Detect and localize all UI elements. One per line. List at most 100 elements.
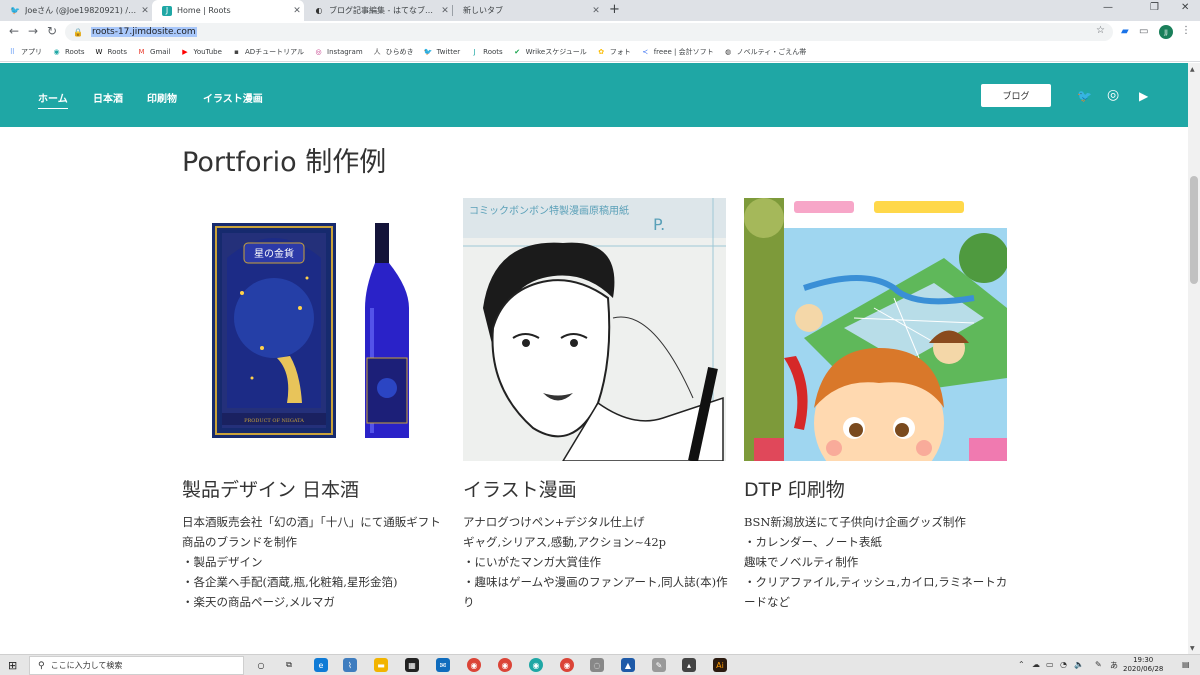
card-title-manga: イラスト漫画 [463,479,577,501]
bookmark-item[interactable]: 人ひらめき [373,47,414,57]
bookmark-star-icon[interactable]: ☆ [1096,25,1105,36]
calendar-illustration-image[interactable] [744,198,1007,461]
scroll-thumb[interactable] [1190,176,1198,284]
chrome-icon[interactable]: ◉ [498,658,512,672]
tab-twitter[interactable]: 🐦 Joeさん (@Joe19820921) / Twitter ✕ [0,0,152,21]
ime-indicator[interactable]: あ [1110,660,1118,671]
chrome-icon[interactable]: ◉ [467,658,481,672]
desc-line: ・趣味はゲームや漫画のファンアート,同人誌(本)作り [463,575,728,609]
bookmark-item[interactable]: ◎ Instagram [314,48,363,57]
cortana-icon[interactable]: ○ [254,658,268,672]
instagram-icon[interactable]: ◎ [1107,87,1119,103]
close-icon[interactable]: ✕ [589,6,603,16]
tab-new[interactable]: 新しいタブ ✕ [453,0,603,21]
bookmark-item[interactable]: ✿ フォト [597,47,630,57]
bookmark-item[interactable]: J Roots [470,48,503,57]
card-desc-sake: 日本酒販売会社「幻の酒」「十八」にて通販ギフト商品のブランドを制作 ・製品デザイ… [182,512,450,612]
bookmark-item[interactable]: ≺ freee | 会計ソフト [641,47,713,57]
bookmark-item[interactable]: ✔ Wrikeスケジュール [513,47,587,57]
card-title-dtp: DTP 印刷物 [744,479,845,501]
file-explorer-icon[interactable]: ▬ [374,658,388,672]
url-text[interactable]: roots-17.jimdosite.com [90,27,197,37]
scroll-up-arrow-icon[interactable]: ▲ [1190,66,1195,73]
volume-icon[interactable]: 🔈 [1074,660,1084,669]
taskbar-search-box[interactable]: ⚲ ここに入力して検索 [29,656,244,675]
mail-icon[interactable]: ✉ [436,658,450,672]
bookmark-label: Roots [107,48,128,56]
pen-icon[interactable]: ✎ [1095,660,1102,669]
edge-icon[interactable]: e [314,658,328,672]
tab-home-roots[interactable]: J Home | Roots ✕ [152,0,304,21]
nav-print[interactable]: 印刷物 [147,90,177,105]
manuscript-header-text: コミックボンボン特製漫画原稿用紙 [469,204,629,217]
app-icon[interactable]: ▲ [621,658,635,672]
minimize-icon[interactable]: — [1103,2,1113,13]
bookmark-item[interactable]: ◍ ノベルティ・ごえん帯 [724,47,806,57]
forward-arrow-icon[interactable]: → [28,24,38,38]
bookmark-item[interactable]: ◉ Roots [52,48,84,57]
close-icon[interactable]: ✕ [290,6,304,16]
twitter-icon[interactable]: 🐦 [1077,89,1092,103]
network-icon[interactable]: ◔ [1060,660,1067,669]
restore-icon[interactable]: ❐ [1150,2,1159,13]
chrome-icon[interactable]: ◉ [560,658,574,672]
battery-icon[interactable]: ▭ [1046,660,1054,669]
close-icon[interactable]: ✕ [138,6,152,16]
youtube-icon[interactable]: ▶ [1139,89,1148,103]
card-desc-dtp: BSN新潟放送にて子供向け企画グッズ制作 ・カレンダー、ノート表紙 趣味でノベル… [744,512,1012,612]
globe-icon: ◉ [53,48,60,56]
bookmark-item[interactable]: 🐦 Twitter [424,48,460,57]
app-icon[interactable]: ✎ [652,658,666,672]
nav-home[interactable]: ホーム [38,90,68,109]
bookmark-label: Instagram [327,48,363,56]
menu-kebab-icon[interactable]: ⋮ [1181,25,1191,36]
reload-icon[interactable]: ↻ [47,24,57,38]
task-view-icon[interactable]: ⧉ [282,658,296,672]
gmail-icon: M [138,48,145,56]
close-icon[interactable]: ✕ [438,6,452,16]
tray-chevron-icon[interactable]: ⌃ [1018,660,1025,669]
bookmarks-bar: ⠿ アプリ ◉ Roots W Roots M Gmail ▶ YouTube ▪ ADチュートリアル… [0,43,1200,62]
youtube-icon: ▶ [182,48,188,56]
bookmark-item[interactable]: ⠿ アプリ [8,47,42,57]
desc-line: ・各企業へ手配(酒蔵,瓶,化粧箱,星形金箔) [182,575,398,589]
app-icon[interactable]: ⌇ [343,658,357,672]
bookmark-item[interactable]: W Roots [95,48,128,57]
chrome-active-icon[interactable]: ◉ [529,658,543,672]
back-arrow-icon[interactable]: ← [9,24,19,38]
illustrator-icon[interactable]: Ai [713,658,727,672]
extension-chat-icon[interactable]: ▰ [1121,26,1129,37]
tab-title: Joeさん (@Joe19820921) / Twitter [25,6,138,15]
cast-icon[interactable]: ▭ [1139,26,1148,37]
sake-bottle-product-image[interactable]: 星の金貨 PRODUCT OF NIIGATA [182,198,445,461]
cloud-icon[interactable]: ☁ [1032,660,1040,669]
profile-avatar[interactable]: JJ [1159,25,1173,39]
bookmark-item[interactable]: M Gmail [137,48,171,57]
tab-title: 新しいタブ [463,6,503,15]
scroll-down-arrow-icon[interactable]: ▼ [1190,645,1195,652]
nav-sake[interactable]: 日本酒 [93,90,123,105]
windows-start-icon[interactable]: ⊞ [8,659,17,672]
tab-hatena[interactable]: ◐ ブログ記事編集 - はてなブログ ✕ [304,0,452,21]
store-icon[interactable]: ▦ [405,658,419,672]
window-close-icon[interactable]: ✕ [1181,2,1189,13]
page-scrollbar[interactable] [1188,63,1200,654]
clock-date: 2020/06/28 [1123,665,1164,673]
manuscript-page-label: P. [653,215,665,234]
notification-icon[interactable]: ▤ [1182,660,1190,669]
browser-toolbar: ← → ↻ 🔒 roots-17.jimdosite.com ☆ ▰ ▭ ⋮ [0,21,1200,43]
blog-button[interactable]: ブログ [981,84,1051,107]
address-bar[interactable]: 🔒 roots-17.jimdosite.com ☆ [65,23,1113,41]
taskbar-clock[interactable]: 19:30 2020/06/28 [1123,656,1163,674]
bookmark-label: ひらめき [385,48,414,56]
nav-illustration-manga[interactable]: イラスト漫画 [203,90,263,105]
app-icon[interactable]: ◌ [590,658,604,672]
bookmark-item[interactable]: ▶ YouTube [180,48,222,57]
bookmark-item[interactable]: ▪ ADチュートリアル [232,47,304,57]
manga-illustration-image[interactable]: コミックボンボン特製漫画原稿用紙 P. [463,198,726,461]
hirameki-icon: 人 [373,48,381,56]
app-icon[interactable]: ▴ [682,658,696,672]
sake-label-sub: PRODUCT OF NIIGATA [244,418,304,424]
instagram-icon: ◎ [315,48,322,56]
new-tab-plus-icon[interactable]: + [609,2,620,17]
